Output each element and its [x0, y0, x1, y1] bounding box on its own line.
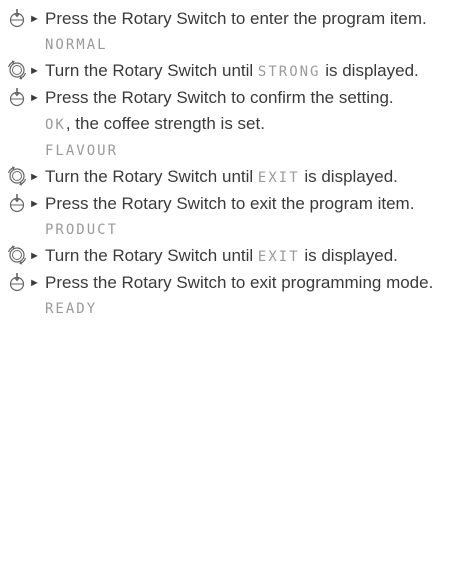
display-message: OK — [45, 117, 66, 133]
display-message: EXIT — [257, 170, 300, 186]
step-instruction: Press the Rotary Switch to exit programm… — [45, 273, 434, 292]
press-switch-icon — [6, 192, 28, 214]
step-instruction: Press the Rotary Switch to confirm the s… — [45, 88, 394, 107]
turn-switch-icon — [6, 59, 28, 81]
instruction-page: ► Press the Rotary Switch to enter the p… — [0, 6, 459, 322]
step-instruction-end: is displayed. — [320, 61, 419, 80]
instruction-step: ► Turn the Rotary Switch until EXIT is d… — [0, 164, 459, 191]
display-message: EXIT — [257, 249, 300, 265]
instruction-step: ► Press the Rotary Switch to exit progra… — [0, 270, 459, 322]
step-instruction: Press the Rotary Switch to exit the prog… — [45, 194, 415, 213]
step-text: Turn the Rotary Switch until EXIT is dis… — [45, 164, 440, 191]
step-instruction: Turn the Rotary Switch until — [45, 246, 258, 265]
bullet-arrow: ► — [29, 277, 40, 289]
turn-switch-icon — [6, 244, 28, 266]
step-text: Press the Rotary Switch to exit programm… — [45, 270, 440, 322]
press-switch-icon — [6, 7, 28, 29]
display-message: NORMAL — [45, 37, 108, 53]
display-message: PRODUCT — [45, 222, 119, 238]
step-text: Press the Rotary Switch to enter the pro… — [45, 6, 440, 58]
bullet-arrow: ► — [29, 92, 40, 104]
bullet-arrow: ► — [29, 198, 40, 210]
press-switch-icon — [6, 86, 28, 108]
step-instruction-end: is displayed. — [299, 246, 398, 265]
step-result: OK, the coffee strength is set. — [45, 111, 440, 138]
step-instruction-end: is displayed. — [299, 167, 398, 186]
bullet-arrow: ► — [29, 13, 40, 25]
instruction-step: ► Press the Rotary Switch to confirm the… — [0, 85, 459, 164]
step-text: Turn the Rotary Switch until EXIT is dis… — [45, 243, 440, 270]
bullet-arrow: ► — [29, 171, 40, 183]
instruction-step: ► Press the Rotary Switch to exit the pr… — [0, 191, 459, 243]
result-text: , the coffee strength is set. — [65, 114, 265, 133]
display-message: READY — [45, 301, 98, 317]
step-instruction: Turn the Rotary Switch until — [45, 61, 258, 80]
step-instruction: Press the Rotary Switch to enter the pro… — [45, 9, 427, 28]
display-message: FLAVOUR — [45, 143, 119, 159]
bullet-arrow: ► — [29, 65, 40, 77]
step-text: Turn the Rotary Switch until STRONG is d… — [45, 58, 440, 85]
step-instruction: Turn the Rotary Switch until — [45, 167, 258, 186]
step-text: Press the Rotary Switch to exit the prog… — [45, 191, 440, 243]
bullet-arrow: ► — [29, 250, 40, 262]
instruction-step: ► Press the Rotary Switch to enter the p… — [0, 6, 459, 58]
step-text: Press the Rotary Switch to confirm the s… — [45, 85, 440, 164]
press-switch-icon — [6, 271, 28, 293]
instruction-step: ► Turn the Rotary Switch until EXIT is d… — [0, 243, 459, 270]
turn-switch-icon — [6, 165, 28, 187]
instruction-step: ► Turn the Rotary Switch until STRONG is… — [0, 58, 459, 85]
display-message: STRONG — [257, 64, 321, 80]
